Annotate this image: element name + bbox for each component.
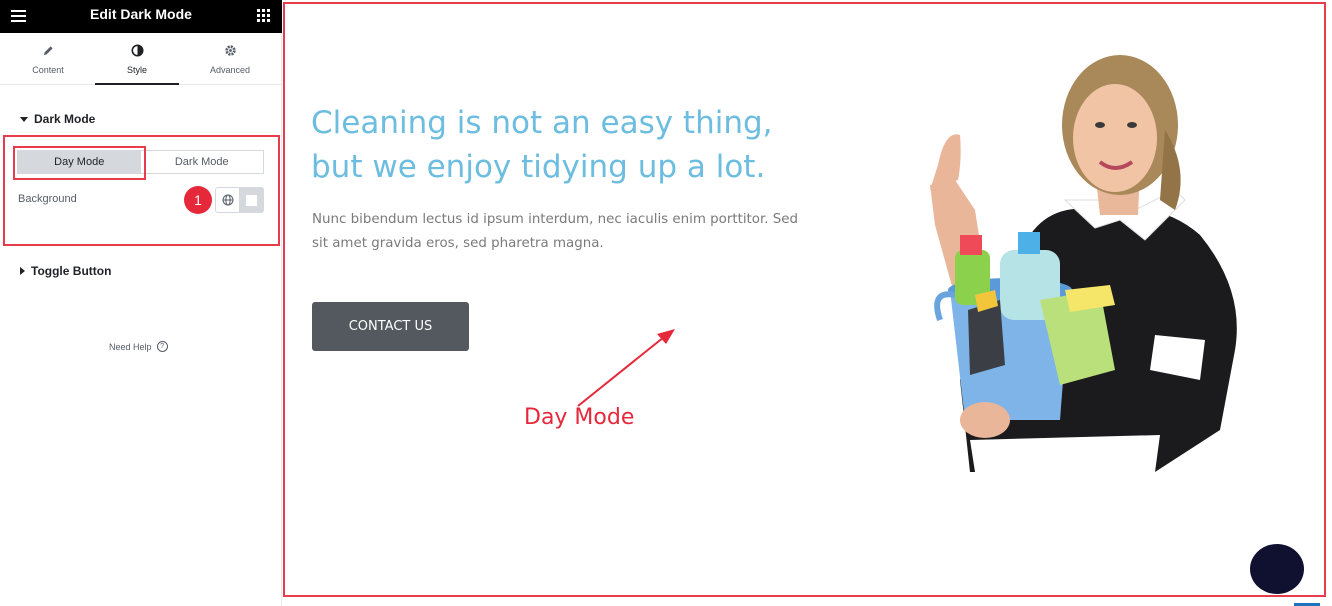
hero-image-cleaning-woman — [930, 55, 1237, 472]
floating-action-button[interactable] — [1250, 544, 1304, 594]
day-mode-annotation: Day Mode — [524, 405, 635, 430]
